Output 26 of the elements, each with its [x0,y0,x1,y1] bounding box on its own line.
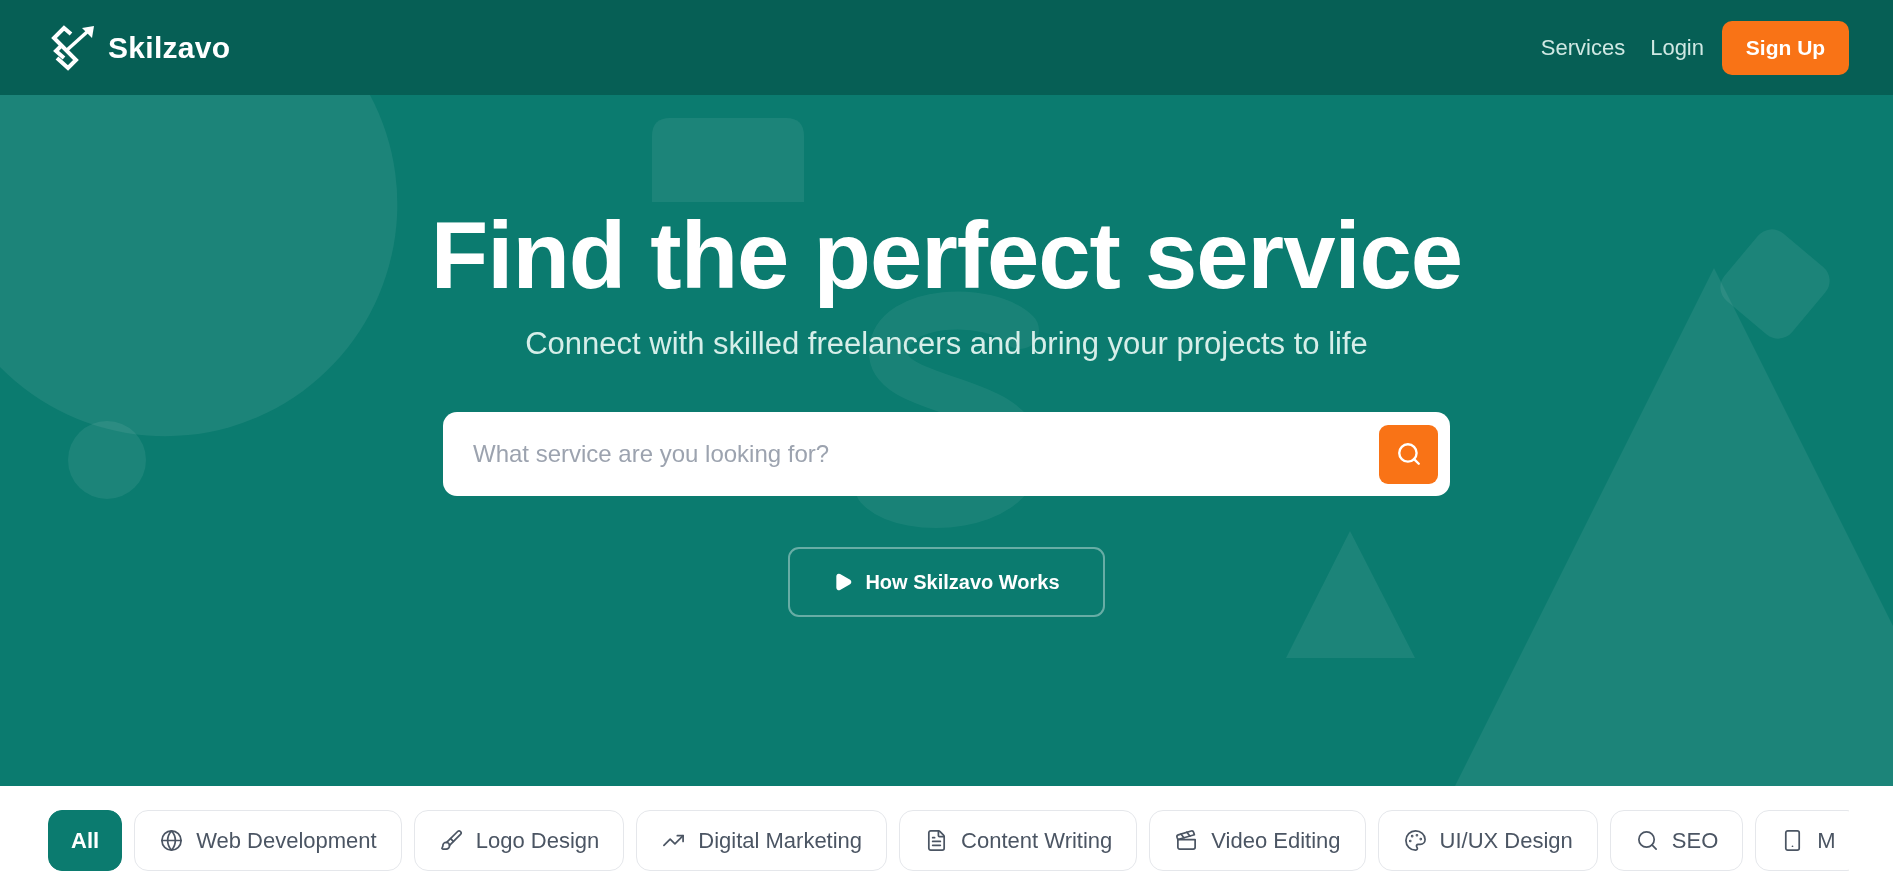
paintbrush-icon [439,829,463,852]
search-field[interactable]: What service are you looking for? [473,434,1367,475]
nav-link[interactable]: Services [1540,34,1626,61]
category-chip[interactable]: Logo Design [413,810,625,871]
palette-icon [1403,829,1427,852]
hero-title: Find the perfect service [430,203,1463,309]
clapperboard-icon [1175,829,1199,852]
nav-link[interactable]: Login [1650,34,1704,61]
category-chip[interactable]: M [1755,810,1849,871]
how-it-works-button[interactable]: How Skilzavo Works [788,547,1105,618]
logo-text[interactable]: Skilzavo [108,30,231,65]
category-chip[interactable]: Web Development [134,810,402,871]
category-chip[interactable]: UI/UX Design [1377,810,1598,871]
search-icon [1635,829,1659,852]
logo-icon [51,24,94,71]
category-chip[interactable]: Digital Marketing [636,810,888,871]
category-chip[interactable]: Video Editing [1149,810,1366,871]
category-chip[interactable]: SEO [1609,810,1744,871]
category-chip[interactable]: All [48,810,123,871]
search-icon [1395,441,1422,468]
play-icon [833,572,854,593]
search-button[interactable] [1379,424,1438,484]
search-bar[interactable]: What service are you looking for? [443,412,1450,497]
category-chip[interactable]: Content Writing [899,810,1138,871]
hero-subtitle: Connect with skilled freelancers and bring your projects to life [525,325,1368,363]
globe-icon [160,829,184,852]
